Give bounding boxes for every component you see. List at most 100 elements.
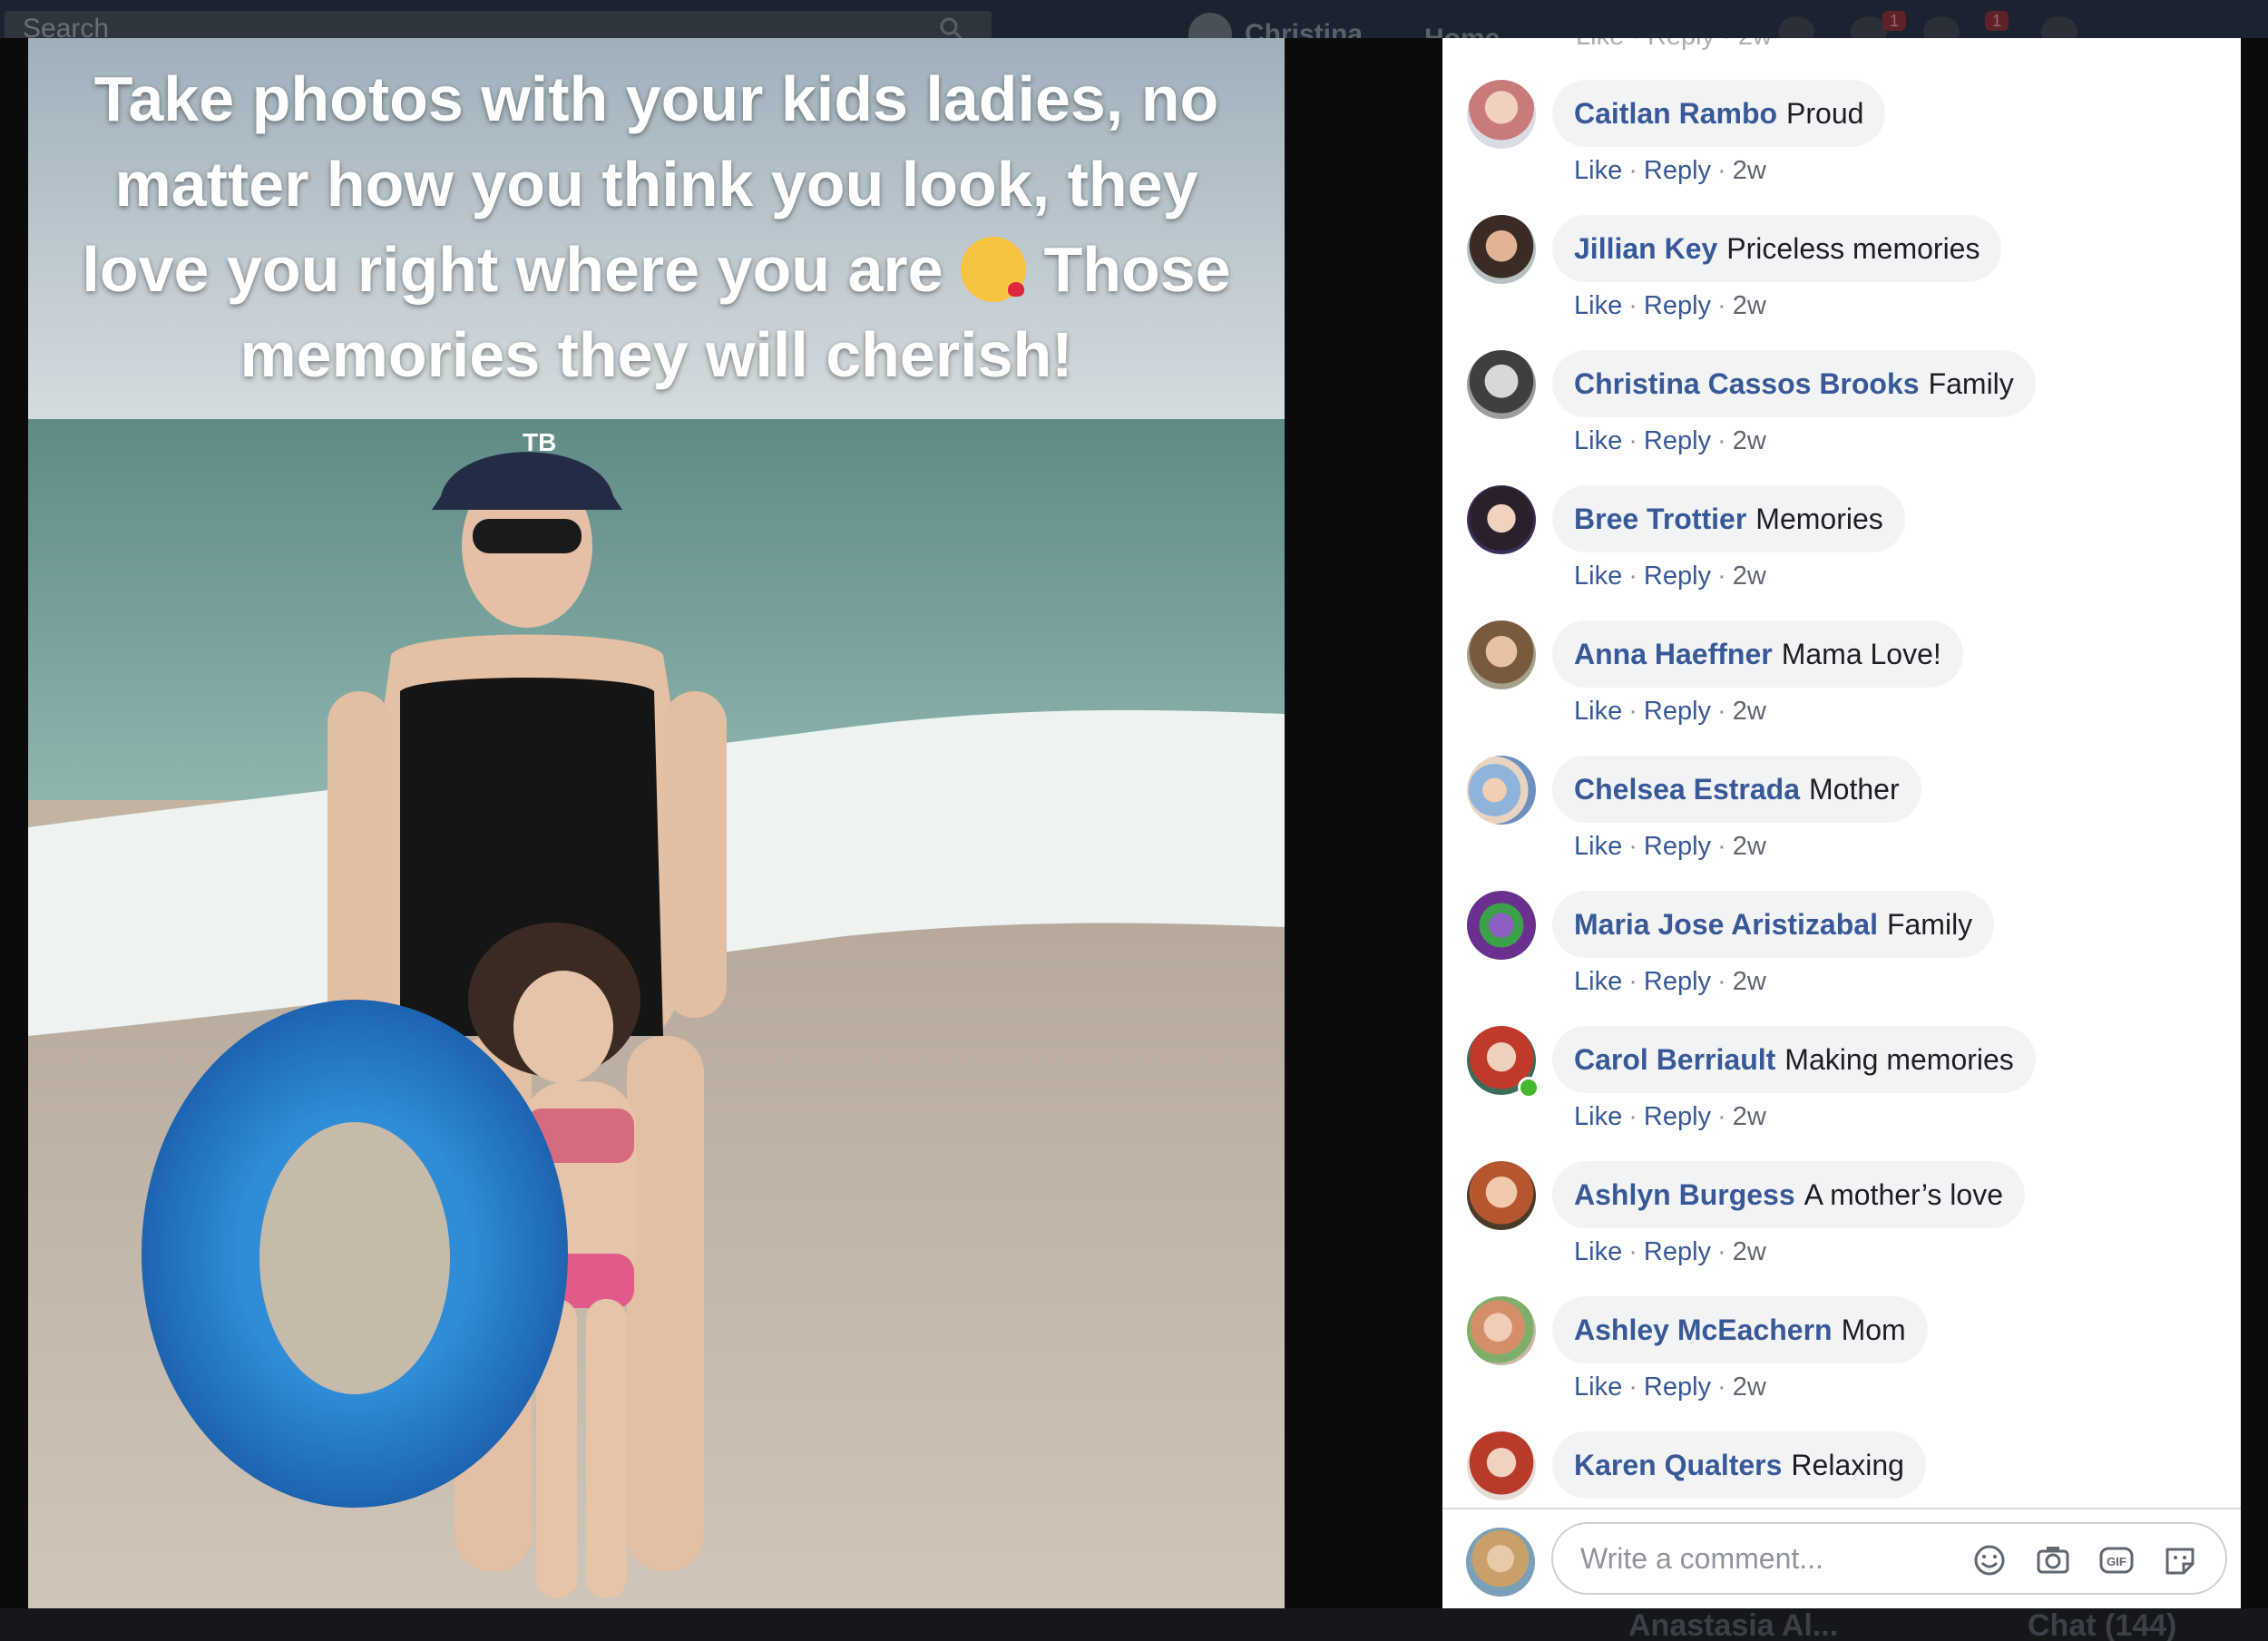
reply-link[interactable]: Reply — [1644, 291, 1711, 320]
like-link[interactable]: Like — [1574, 291, 1622, 320]
avatar[interactable] — [1467, 485, 1536, 554]
avatar[interactable] — [1467, 1431, 1536, 1500]
post-photo[interactable]: TB Take photos with your kids ladies, no… — [28, 38, 1285, 1608]
comment-bubble: Karen Qualters Relaxing — [1552, 1431, 1926, 1499]
comment-author[interactable]: Anna Haeffner — [1574, 638, 1773, 671]
comment-author[interactable]: Christina Cassos Brooks — [1574, 367, 1920, 401]
comment-author[interactable]: Jillian Key — [1574, 232, 1717, 266]
like-link[interactable]: Like — [1574, 832, 1622, 861]
reply-link[interactable]: Reply — [1644, 1237, 1711, 1266]
comment-input-placeholder: Write a comment... — [1580, 1542, 1823, 1575]
comment-author[interactable]: Ashlyn Burgess — [1574, 1178, 1795, 1212]
profile-link[interactable]: Christina — [1188, 13, 1363, 38]
svg-text:GIF: GIF — [2107, 1555, 2126, 1568]
caption-text: love you right where you are — [82, 234, 943, 305]
avatar[interactable] — [1467, 215, 1536, 284]
camera-icon[interactable] — [2033, 1540, 2073, 1580]
avatar[interactable] — [1467, 1296, 1536, 1365]
search-input[interactable]: Search — [5, 11, 992, 38]
avatar — [1188, 13, 1232, 38]
comment-bubble: Caitlan Rambo Proud — [1552, 80, 1886, 147]
chat-count[interactable]: Chat (144) — [2028, 1608, 2176, 1641]
help-icon[interactable] — [2041, 16, 2077, 38]
chat-tab-name: Anastasia Al... — [1628, 1608, 1839, 1641]
notification-badge: 1 — [1985, 11, 2009, 31]
comment-text: Mother — [1809, 772, 1900, 806]
like-link[interactable]: Like — [1574, 426, 1622, 455]
comment-time[interactable]: 2w — [1733, 832, 1766, 861]
comment-actions: Like · Reply · 2w — [1574, 832, 1766, 861]
avatar[interactable] — [1467, 620, 1536, 689]
comment: Ashley McEachern Mom Like · Reply · 2w — [1467, 1296, 2229, 1431]
avatar[interactable] — [1467, 756, 1536, 825]
comment-author[interactable]: Maria Jose Aristizabal — [1574, 908, 1878, 942]
comment-bubble: Jillian Key Priceless memories — [1552, 215, 2002, 282]
comment: Anna Haeffner Mama Love! Like · Reply · 2w — [1467, 620, 2229, 756]
friend-requests-icon[interactable] — [1778, 16, 1814, 38]
reply-link[interactable]: Reply — [1644, 156, 1711, 185]
comment-actions: Like · Reply · 2w — [1574, 1372, 1766, 1402]
avatar[interactable] — [1467, 350, 1536, 419]
reply-link[interactable]: Reply — [1644, 697, 1711, 726]
comment-text: Mom — [1841, 1313, 1906, 1346]
like-link[interactable]: Like — [1574, 562, 1622, 591]
search-placeholder: Search — [23, 14, 110, 38]
like-link[interactable]: Like — [1574, 156, 1622, 185]
like-link[interactable]: Like — [1574, 1237, 1622, 1266]
chat-bar: Anastasia Al... Chat (144) — [0, 1608, 2268, 1641]
comment-bubble: Ashley McEachern Mom — [1552, 1296, 1928, 1363]
reply-link[interactable]: Reply — [1644, 1102, 1711, 1131]
comment-text: Memories — [1755, 502, 1883, 535]
comment-author[interactable]: Ashley McEachern — [1574, 1314, 1833, 1347]
emoji-icon[interactable] — [1970, 1540, 2009, 1580]
comment-list[interactable]: Like · Reply · 2w Caitlan Rambo Proud Li… — [1442, 38, 2241, 1508]
comment-text: Relaxing — [1791, 1448, 1904, 1481]
comment-text: Making memories — [1784, 1042, 2014, 1076]
caption-line: matter how you think you look, they — [114, 149, 1198, 220]
comment-time[interactable]: 2w — [1733, 1102, 1766, 1131]
comment-time[interactable]: 2w — [1733, 1372, 1766, 1402]
sticker-icon[interactable] — [2160, 1540, 2200, 1580]
comment-author[interactable]: Chelsea Estrada — [1574, 773, 1800, 806]
comment-text: Family — [1886, 907, 1973, 941]
chat-tab[interactable]: Anastasia Al... — [1628, 1608, 1838, 1641]
like-link[interactable]: Like — [1574, 1372, 1622, 1402]
comment-bubble: Carol Berriault Making memories — [1552, 1026, 2036, 1093]
messages-icon[interactable] — [1851, 16, 1887, 38]
comment-author[interactable]: Carol Berriault — [1574, 1043, 1775, 1077]
comment-actions: Like · Reply · 2w — [1574, 291, 1766, 320]
notification-badge: 1 — [1882, 11, 1906, 31]
like-link[interactable]: Like — [1574, 697, 1622, 726]
comment-actions: Like · Reply · 2w — [1574, 562, 1766, 591]
comment-time[interactable]: 2w — [1733, 291, 1766, 320]
notifications-icon[interactable] — [1923, 16, 1960, 38]
comment-author[interactable]: Caitlan Rambo — [1574, 97, 1777, 131]
avatar[interactable] — [1467, 1161, 1536, 1230]
like-link[interactable]: Like — [1574, 1102, 1622, 1131]
comment-time[interactable]: 2w — [1733, 562, 1766, 591]
comment-time[interactable]: 2w — [1733, 156, 1766, 185]
comment-input[interactable]: Write a comment... GIF — [1551, 1522, 2227, 1595]
avatar[interactable] — [1467, 80, 1536, 149]
comment-time[interactable]: 2w — [1733, 967, 1766, 996]
reply-link[interactable]: Reply — [1644, 832, 1711, 861]
comment-time[interactable]: 2w — [1733, 697, 1766, 726]
comment-text: Proud — [1786, 96, 1864, 130]
home-link[interactable]: Home — [1424, 24, 1500, 38]
reply-link[interactable]: Reply — [1644, 1372, 1711, 1402]
comment: Caitlan Rambo Proud Like · Reply · 2w — [1467, 80, 2229, 215]
comment-author[interactable]: Karen Qualters — [1574, 1449, 1782, 1482]
gif-icon[interactable]: GIF — [2097, 1540, 2136, 1580]
comment-author[interactable]: Bree Trottier — [1574, 503, 1746, 536]
comment-actions: Like · Reply · 2w — [1574, 156, 1766, 185]
reply-link[interactable]: Reply — [1644, 426, 1711, 455]
comment-time[interactable]: 2w — [1733, 1237, 1766, 1266]
like-link[interactable]: Like — [1574, 967, 1622, 996]
avatar[interactable] — [1467, 891, 1536, 960]
comment-time[interactable]: 2w — [1733, 426, 1766, 455]
comment-text: Priceless memories — [1726, 231, 1980, 265]
comment-composer: Write a comment... GIF — [1442, 1508, 2241, 1608]
reply-link[interactable]: Reply — [1644, 562, 1711, 591]
avatar — [1466, 1528, 1535, 1597]
reply-link[interactable]: Reply — [1644, 967, 1711, 996]
